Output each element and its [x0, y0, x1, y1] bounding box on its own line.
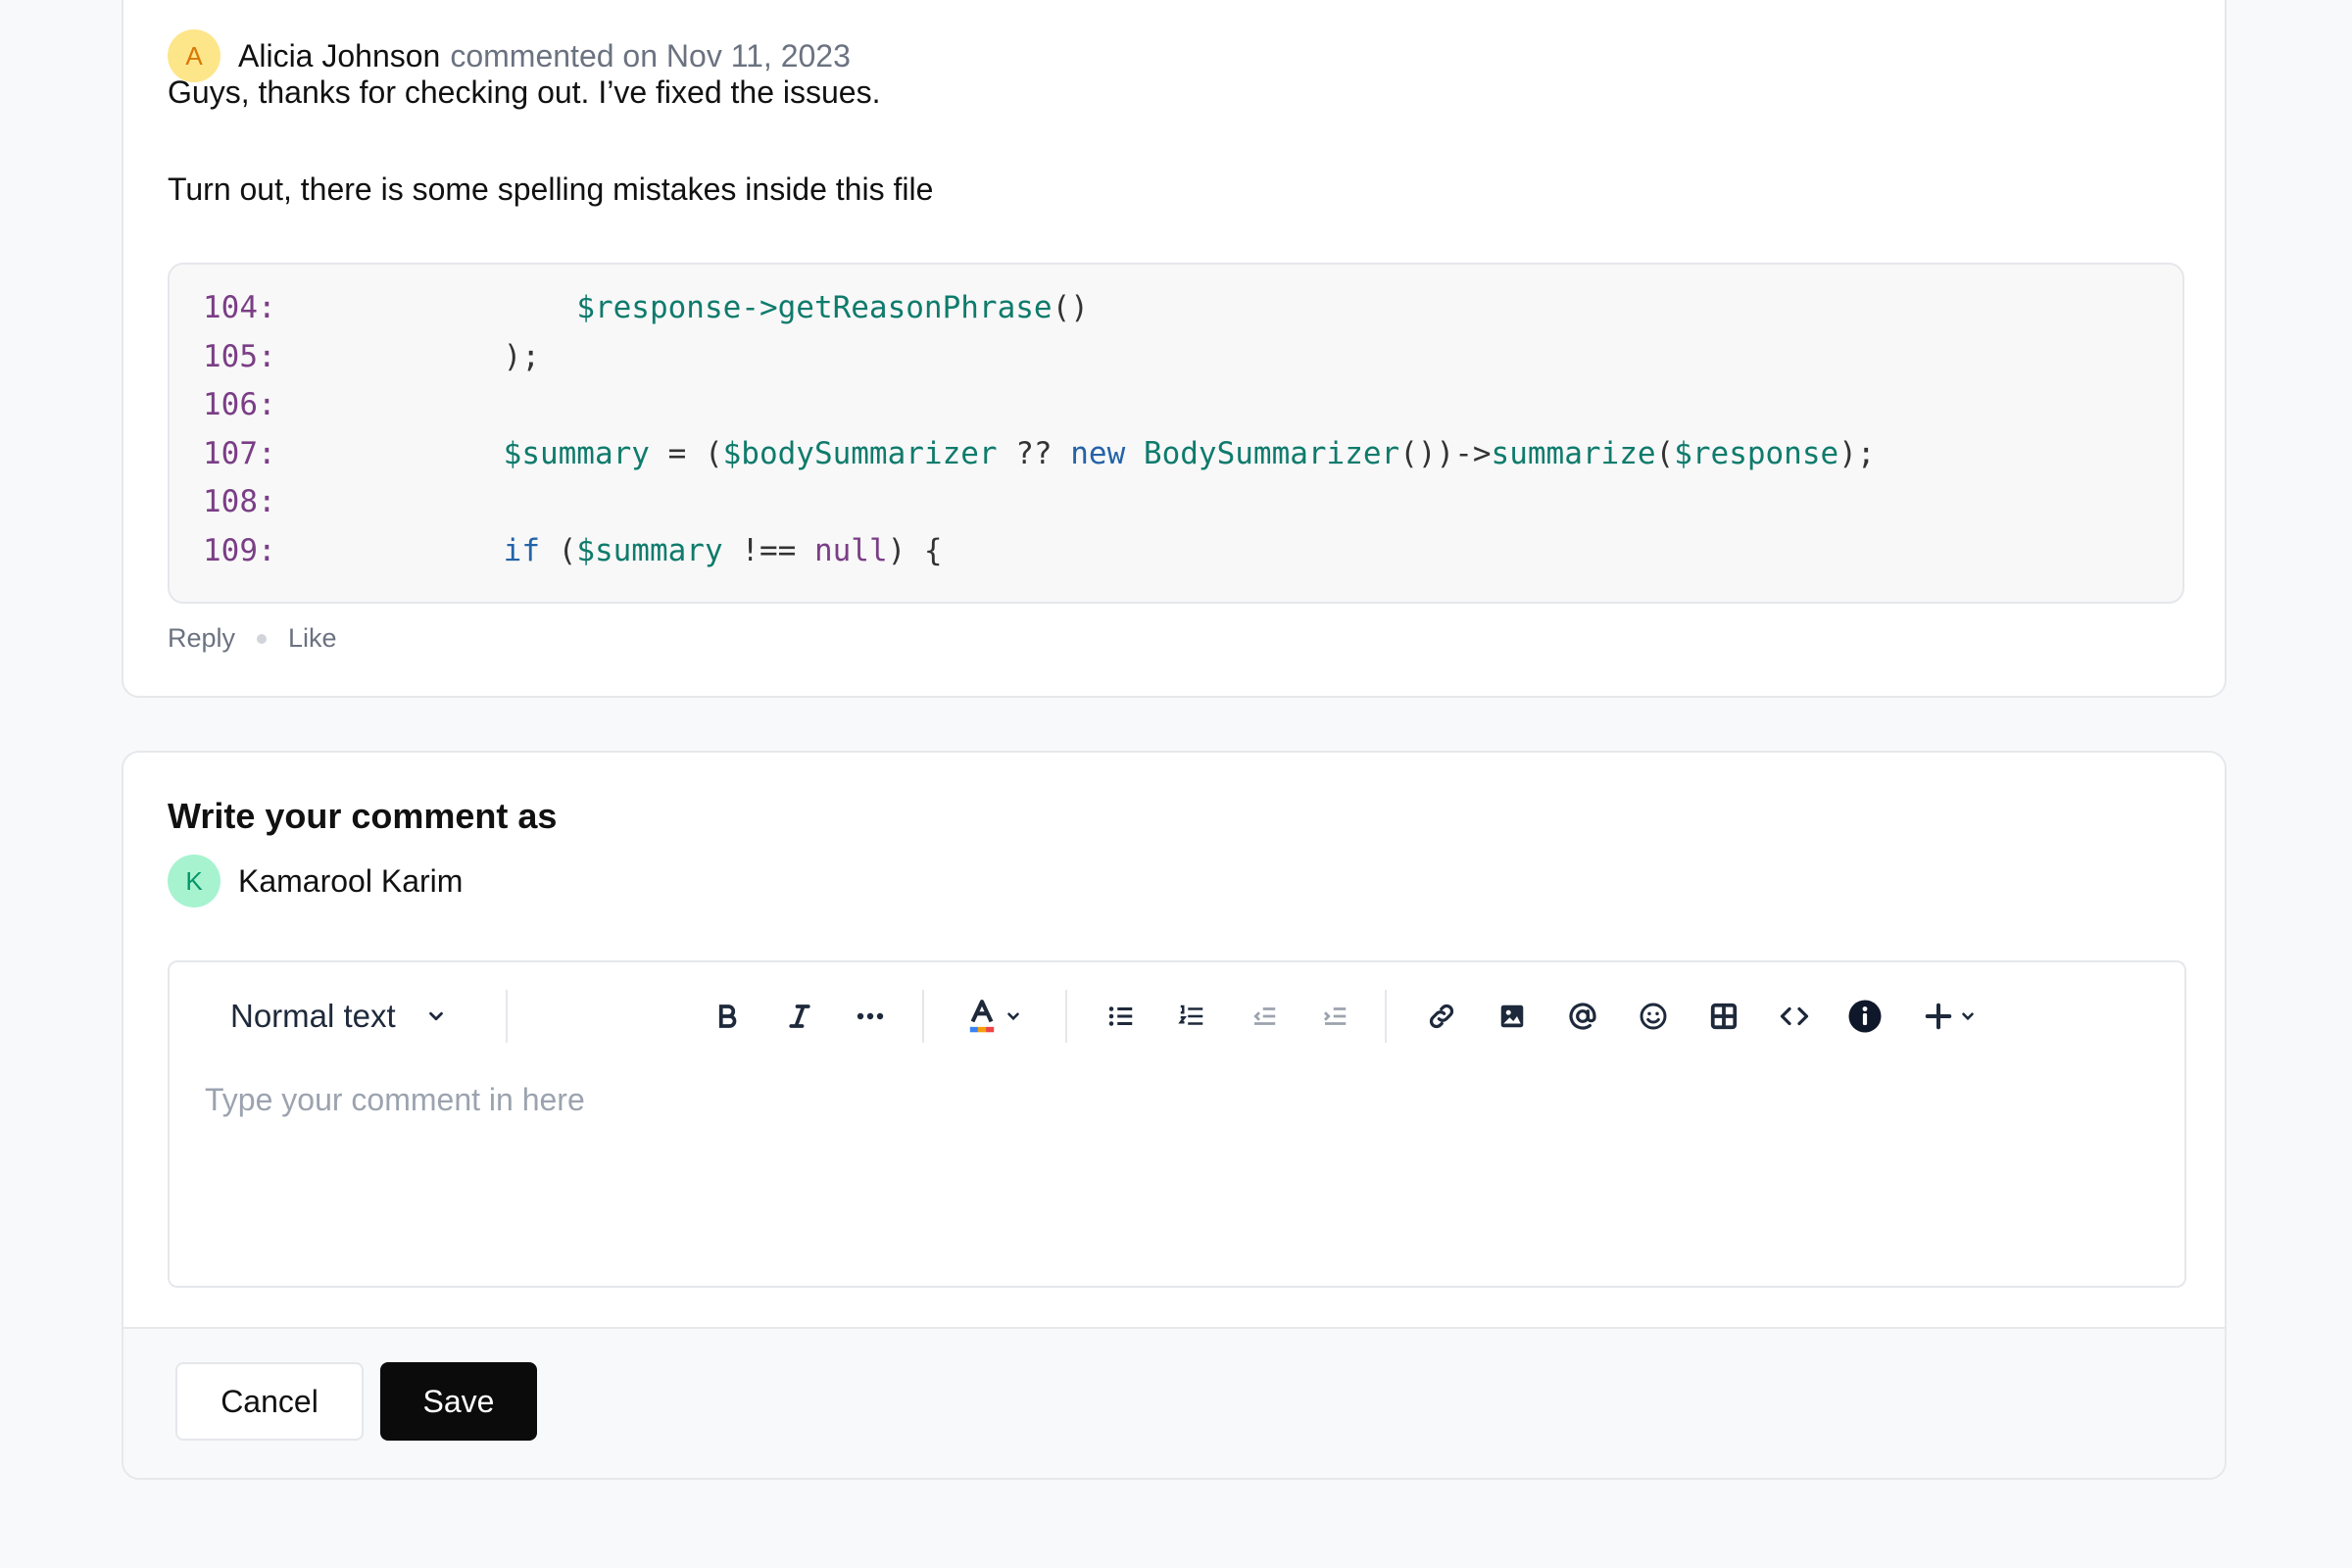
- code-token: = (: [649, 435, 723, 471]
- code-token: if: [503, 532, 540, 568]
- compose-user: K Kamarool Karim: [168, 855, 463, 907]
- code-token: $bodySummarizer: [722, 435, 998, 471]
- code-token: null: [813, 532, 888, 568]
- line-number: 104:: [203, 290, 276, 325]
- code-token: );: [1838, 435, 1876, 471]
- comment-actions: Reply Like: [168, 623, 337, 654]
- bullet-list-icon[interactable]: [1102, 994, 1140, 1039]
- toolbar-divider: [922, 990, 924, 1043]
- comment-text-line: Turn out, there is some spelling mistake…: [168, 172, 934, 207]
- like-link[interactable]: Like: [288, 623, 337, 654]
- code-line: 107: $summary = ($bodySummarizer ?? new …: [203, 430, 2149, 479]
- toolbar-divider: [1065, 990, 1067, 1043]
- separator-dot: [257, 633, 268, 644]
- toolbar-divider: [1385, 990, 1387, 1043]
- info-icon[interactable]: [1845, 994, 1885, 1039]
- compose-title: Write your comment as: [168, 796, 558, 836]
- code-line: 108:: [203, 478, 2149, 527]
- code-token: ())->: [1399, 435, 1492, 471]
- comment-author[interactable]: Alicia Johnson: [238, 38, 440, 74]
- image-icon[interactable]: [1493, 994, 1532, 1039]
- cancel-button[interactable]: Cancel: [175, 1362, 364, 1441]
- compose-user-name: Kamarool Karim: [238, 862, 464, 899]
- outdent-icon[interactable]: [1246, 994, 1283, 1039]
- compose-card: Write your comment as K Kamarool Karim N…: [122, 751, 2227, 1480]
- text-color-icon[interactable]: [961, 994, 1026, 1039]
- italic-icon[interactable]: [781, 994, 818, 1039]
- code-token: summarize: [1491, 435, 1656, 471]
- code-line: 106:: [203, 381, 2149, 430]
- link-icon[interactable]: [1422, 994, 1461, 1039]
- insert-more-icon[interactable]: [1916, 994, 1984, 1039]
- code-icon[interactable]: [1775, 994, 1814, 1039]
- reply-link[interactable]: Reply: [168, 623, 235, 654]
- numbered-list-icon[interactable]: [1173, 994, 1210, 1039]
- code-token: $summary: [503, 435, 650, 471]
- avatar: K: [168, 855, 220, 907]
- code-token: $response: [1674, 435, 1839, 471]
- code-token: ) {: [887, 532, 943, 568]
- save-button[interactable]: Save: [380, 1362, 537, 1441]
- line-number: 109:: [203, 532, 276, 568]
- code-token: $response->getReasonPhrase: [576, 290, 1053, 325]
- code-token: !==: [722, 532, 814, 568]
- text-style-label: Normal text: [230, 998, 396, 1034]
- line-number: 105:: [203, 338, 276, 374]
- comment-meta: commented on Nov 11, 2023: [450, 37, 851, 74]
- compose-footer: Cancel Save: [123, 1327, 2225, 1478]
- more-formatting-icon[interactable]: [852, 994, 889, 1039]
- emoji-icon[interactable]: [1634, 994, 1673, 1039]
- line-number: 107:: [203, 435, 276, 471]
- code-line: 104: $response->getReasonPhrase(): [203, 284, 2149, 333]
- comment-editor: Normal text Type your comment in here: [168, 960, 2186, 1288]
- mention-icon[interactable]: [1563, 994, 1602, 1039]
- code-token: (: [539, 532, 577, 568]
- code-line: 109: if ($summary !== null) {: [203, 527, 2149, 576]
- comment-card: A Alicia Johnson commented on Nov 11, 20…: [122, 0, 2227, 698]
- code-block: 104: $response->getReasonPhrase() 105: );…: [168, 263, 2184, 604]
- code-line: 105: );: [203, 333, 2149, 382]
- line-number: 106:: [203, 387, 276, 423]
- indent-icon[interactable]: [1316, 994, 1353, 1039]
- comment-text-line: Guys, thanks for checking out. I’ve fixe…: [168, 74, 881, 110]
- code-token: ??: [997, 435, 1071, 471]
- code-token: );: [430, 338, 540, 374]
- chevron-down-icon: [428, 1011, 443, 1021]
- table-icon[interactable]: [1704, 994, 1743, 1039]
- line-number: 108:: [203, 484, 276, 520]
- code-token: (): [1052, 290, 1089, 325]
- code-token: new: [1070, 435, 1126, 471]
- code-token: (: [1655, 435, 1675, 471]
- comment-input[interactable]: Type your comment in here: [205, 1082, 585, 1118]
- bold-icon[interactable]: [709, 994, 746, 1039]
- text-style-dropdown[interactable]: Normal text: [230, 994, 447, 1039]
- code-token: BodySummarizer: [1143, 435, 1400, 471]
- toolbar-divider: [506, 990, 508, 1043]
- code-token: $summary: [576, 532, 723, 568]
- editor-toolbar: Normal text: [170, 962, 2184, 1070]
